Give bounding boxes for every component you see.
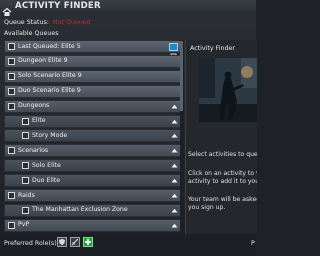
footer-right-text: P [251,240,255,247]
queue-row[interactable]: Dungeon Elite 9 [4,54,182,68]
plus-icon [84,238,92,246]
preferred-roles-label: Preferred Role(s): [4,240,59,247]
queue-row-label: Elite [32,117,46,124]
chevron-up-icon[interactable] [171,193,178,198]
queue-category-row[interactable]: Scenarios [4,144,182,158]
queue-row[interactable]: Duo Scenario Elite 9 [4,84,182,98]
chevron-up-icon[interactable] [171,208,178,213]
detail-line-5: you sign up. [188,204,226,211]
queue-row-label: Raids [18,191,35,199]
detail-line-1: Select activities to queue [188,151,257,158]
queue-row[interactable]: The Manhattan Exclusion Zone [4,203,182,217]
activity-preview-image [199,58,257,122]
queue-row-label: Dungeons [18,102,50,110]
queue-list: Last Queued: Elite 5 Dungeon Elite 9 Solo … [4,40,182,234]
queue-row-label: PvP [18,221,30,229]
queue-checkbox[interactable] [22,132,29,140]
queue-row-label: Story Mode [32,131,68,139]
sword-icon [71,238,79,246]
queue-checkbox[interactable] [8,57,15,65]
queue-checkbox[interactable] [8,72,15,80]
tank-role-toggle[interactable] [57,237,67,247]
activity-detail-panel: Activity Finder Select activities to que… [185,40,257,234]
queue-checkbox[interactable] [8,87,15,95]
queue-status-value: Not Queued [52,19,91,26]
queue-checkbox[interactable] [8,192,15,199]
queue-row[interactable]: Solo Scenario Elite 9 [4,69,182,83]
chevron-up-icon[interactable] [171,104,178,109]
queue-checkbox[interactable] [22,206,29,214]
window-title: ACTIVITY FINDER [15,1,101,11]
queue-category-row[interactable]: Dungeons [4,99,182,113]
title-bar[interactable]: ACTIVITY FINDER [0,0,256,16]
available-queues-heading: Available Queues [4,30,59,37]
info-icon[interactable] [169,42,178,58]
queue-row-label: Scenarios [18,146,49,154]
queue-list-scroll-thumb[interactable] [180,41,183,111]
queue-checkbox[interactable] [8,147,15,155]
queue-row-label: Last Queued: Elite 5 [18,42,81,50]
healer-role-toggle[interactable] [83,237,93,247]
queue-row-label: Dungeon Elite 9 [18,57,68,65]
queue-checkbox[interactable] [8,102,15,110]
activity-finder-window: ACTIVITY FINDER Queue Status: Not Queued… [0,0,257,256]
home-icon[interactable] [2,2,12,16]
chevron-up-icon[interactable] [171,178,178,183]
queue-row-label: Solo Scenario Elite 9 [18,72,82,80]
queue-row-label: The Manhattan Exclusion Zone [32,206,128,214]
queue-checkbox[interactable] [22,177,29,185]
queue-row-label: Solo Elite [32,161,61,169]
queue-checkbox[interactable] [22,117,29,125]
queue-row-label: Duo Scenario Elite 9 [18,87,81,95]
chevron-up-icon[interactable] [171,148,178,153]
detail-title: Activity Finder [190,45,235,52]
chevron-up-icon[interactable] [171,133,178,138]
detail-line-2: Click on an activity to view [188,170,257,177]
queue-checkbox[interactable] [22,162,29,170]
detail-line-4: Your team will be asked [188,196,257,203]
queue-category-row[interactable]: PvP [4,218,182,232]
queue-row[interactable]: Solo Elite [4,159,182,173]
queue-row[interactable]: Elite [4,114,182,128]
queue-status: Queue Status: Not Queued [4,19,91,26]
queue-row[interactable]: Duo Elite [4,174,182,188]
queue-status-label: Queue Status: [4,19,49,26]
shield-icon [58,238,66,246]
chevron-up-icon[interactable] [171,119,178,124]
queue-checkbox[interactable] [8,221,15,229]
queue-category-row[interactable]: Raids [4,189,182,202]
queue-row[interactable]: Last Queued: Elite 5 [4,40,182,58]
queue-row-label: Duo Elite [32,176,61,184]
chevron-up-icon[interactable] [171,223,178,228]
chevron-up-icon[interactable] [171,163,178,168]
queue-checkbox[interactable] [8,43,15,50]
dps-role-toggle[interactable] [70,237,80,247]
detail-line-3: activity to add it to your [188,178,257,185]
queue-row[interactable]: Story Mode [4,129,182,143]
